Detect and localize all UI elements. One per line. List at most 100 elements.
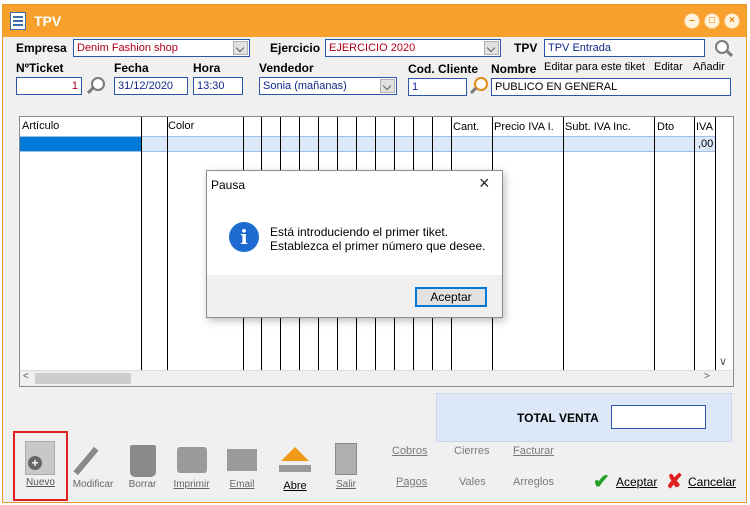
col-divider <box>715 117 716 371</box>
hora-field[interactable]: 13:30 <box>193 77 243 95</box>
pagos-link[interactable]: Pagos <box>396 476 427 488</box>
dialog-footer: Aceptar <box>207 275 502 317</box>
vales-link[interactable]: Vales <box>459 476 486 488</box>
email-button[interactable]: Email <box>221 437 263 497</box>
nuevo-label: Nuevo <box>26 477 55 488</box>
cancelar-button[interactable]: ✘ Cancelar <box>666 471 741 493</box>
col-header-color[interactable]: Color <box>168 120 194 132</box>
minimize-button[interactable]: – <box>684 13 700 29</box>
col-header-iva[interactable]: IVA <box>696 121 713 133</box>
printer-icon <box>177 447 207 473</box>
facturar-link[interactable]: Facturar <box>513 445 554 457</box>
maximize-button[interactable]: □ <box>704 13 720 29</box>
vendedor-select[interactable]: Sonia (mañanas) <box>259 77 397 95</box>
arreglos-link[interactable]: Arreglos <box>513 476 554 488</box>
close-button[interactable]: × <box>724 13 740 29</box>
imprimir-label: Imprimir <box>173 479 210 490</box>
row1-iva-cell: ,00 <box>698 138 714 150</box>
codcliente-field[interactable]: 1 <box>408 78 467 96</box>
total-panel: TOTAL VENTA <box>436 393 732 442</box>
codcliente-label: Cod. Cliente <box>408 62 479 76</box>
chevron-down-icon[interactable] <box>380 79 395 93</box>
close-icon[interactable]: × <box>479 173 490 194</box>
vendedor-value: Sonia (mañanas) <box>263 80 347 92</box>
horizontal-scrollbar[interactable]: < > <box>20 370 733 386</box>
anadir-link[interactable]: Añadir <box>693 61 725 73</box>
aceptar-button[interactable]: ✔ Aceptar <box>593 471 663 493</box>
col-divider <box>167 117 168 371</box>
cobros-link[interactable]: Cobros <box>392 445 427 457</box>
tpv-field[interactable]: TPV Entrada <box>544 39 705 57</box>
pen-icon <box>73 446 99 476</box>
cancelar-label: Cancelar <box>688 475 737 489</box>
scroll-left-arrow[interactable]: < <box>23 371 29 382</box>
empresa-label: Empresa <box>16 41 67 55</box>
scroll-thumb[interactable] <box>35 373 131 384</box>
vendedor-label: Vendedor <box>259 61 314 75</box>
nuevo-button[interactable]: + Nuevo <box>13 431 68 501</box>
email-label: Email <box>229 479 255 490</box>
door-icon <box>335 443 357 475</box>
fecha-label: Fecha <box>114 61 149 75</box>
scroll-down-arrow[interactable]: ∨ <box>719 355 727 368</box>
ejercicio-select[interactable]: EJERCICIO 2020 <box>325 39 501 57</box>
search-icon[interactable] <box>91 77 105 91</box>
cross-icon: ✘ <box>666 471 683 493</box>
abre-label: Abre <box>283 480 307 492</box>
col-header-articulo[interactable]: Artículo <box>22 120 59 132</box>
selected-cell[interactable] <box>20 137 141 151</box>
ticket-number-field[interactable]: 1 <box>16 77 82 95</box>
col-header-cant[interactable]: Cant. <box>453 121 479 133</box>
borrar-label: Borrar <box>128 479 157 490</box>
col-divider <box>694 117 695 371</box>
info-icon: i <box>229 222 259 252</box>
editar-ticket-link[interactable]: Editar para este tiket <box>544 61 645 73</box>
borrar-button[interactable]: Borrar <box>120 437 165 497</box>
modificar-button[interactable]: Modificar <box>68 437 118 497</box>
editar-link[interactable]: Editar <box>654 61 683 73</box>
salir-label: Salir <box>335 479 356 490</box>
aceptar-label: Aceptar <box>616 475 658 489</box>
ejercicio-label: Ejercicio <box>270 41 321 55</box>
check-icon: ✔ <box>593 471 610 493</box>
new-document-icon: + <box>25 441 55 475</box>
ejercicio-value: EJERCICIO 2020 <box>329 42 416 54</box>
tray-icon <box>279 465 311 472</box>
nombre-field[interactable]: PUBLICO EN GENERAL <box>491 78 731 96</box>
imprimir-button[interactable]: Imprimir <box>169 437 214 497</box>
dialog-accept-button[interactable]: Aceptar <box>415 287 487 307</box>
chevron-down-icon[interactable] <box>233 41 248 55</box>
search-icon[interactable] <box>715 40 729 54</box>
col-divider <box>563 117 564 371</box>
pausa-dialog: Pausa × i Está introduciendo el primer t… <box>206 170 503 318</box>
dialog-message-line1: Está introduciendo el primer tiket. <box>270 225 449 239</box>
dialog-title: Pausa <box>211 178 246 192</box>
search-icon[interactable] <box>474 77 488 91</box>
total-label: TOTAL VENTA <box>517 411 599 425</box>
empresa-select[interactable]: Denim Fashion shop <box>73 39 250 57</box>
col-header-dto[interactable]: Dto <box>657 121 674 133</box>
nombre-label: Nombre <box>491 62 537 76</box>
salir-button[interactable]: Salir <box>327 437 365 497</box>
ticket-label: NºTicket <box>16 61 64 75</box>
col-header-precio[interactable]: Precio IVA I. <box>494 121 554 133</box>
col-header-subtotal[interactable]: Subt. IVA Inc. <box>565 121 631 133</box>
col-divider <box>654 117 655 371</box>
title-bar: TPV – □ × <box>3 5 746 37</box>
window-title: TPV <box>34 13 62 29</box>
abre-button[interactable]: Abre <box>273 437 317 497</box>
col-divider <box>141 117 142 371</box>
app-icon <box>10 12 26 30</box>
tpv-label: TPV <box>514 41 538 55</box>
hora-label: Hora <box>193 61 221 75</box>
mail-icon <box>227 449 257 471</box>
total-value <box>611 405 706 429</box>
cierres-link[interactable]: Cierres <box>454 445 489 457</box>
arrow-up-icon <box>281 447 309 461</box>
scroll-right-arrow[interactable]: > <box>704 371 710 382</box>
dialog-message-line2: Establezca el primer número que desee. <box>270 239 486 253</box>
chevron-down-icon[interactable] <box>484 41 499 55</box>
modificar-label: Modificar <box>72 479 114 490</box>
empresa-value: Denim Fashion shop <box>77 42 178 54</box>
fecha-field[interactable]: 31/12/2020 <box>114 77 188 95</box>
